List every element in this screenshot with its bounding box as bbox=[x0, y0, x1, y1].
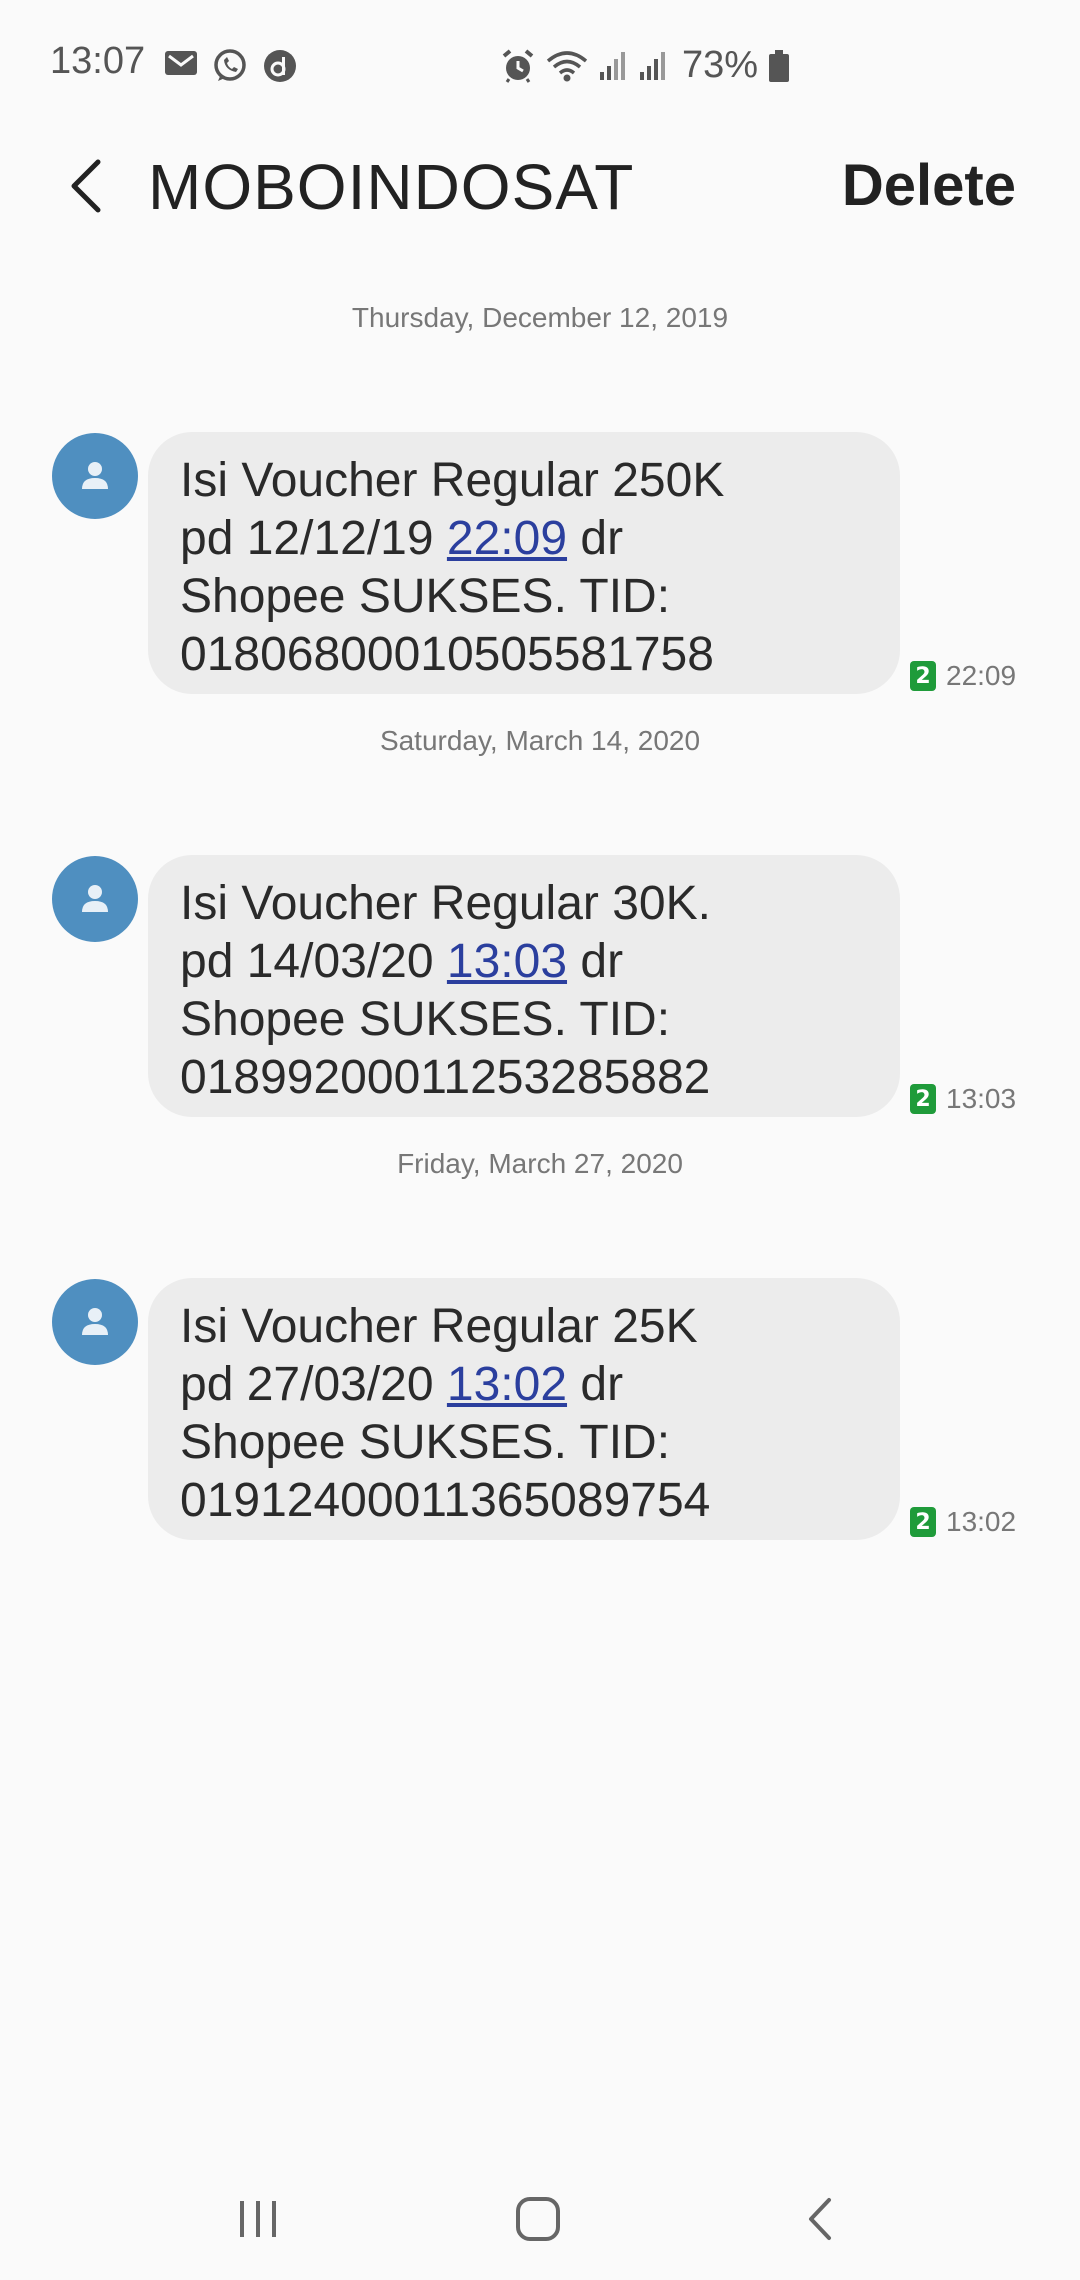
message-bubble[interactable]: Isi Voucher Regular 25K pd 27/03/20 13:0… bbox=[148, 1278, 900, 1540]
message-line: pd 27/03/20 13:02 dr bbox=[180, 1356, 880, 1414]
system-status: 73% bbox=[500, 44, 790, 87]
message-line: Isi Voucher Regular 25K bbox=[180, 1300, 698, 1353]
message-meta: 2 22:09 bbox=[910, 660, 1016, 692]
sim-badge: 2 bbox=[910, 1084, 936, 1114]
sim-badge: 2 bbox=[910, 1507, 936, 1537]
time-link[interactable]: 13:03 bbox=[447, 935, 567, 988]
date-divider: Friday, March 27, 2020 bbox=[397, 1148, 683, 1179]
notification-icons bbox=[164, 48, 298, 84]
message-bubble[interactable]: Isi Voucher Regular 30K. pd 14/03/20 13:… bbox=[148, 855, 900, 1117]
person-icon bbox=[82, 885, 108, 912]
recent-apps-button[interactable] bbox=[218, 2184, 298, 2254]
recent-apps-icon bbox=[240, 2201, 276, 2237]
back-button[interactable] bbox=[58, 156, 114, 216]
contact-title: MOBOINDOSAT bbox=[148, 151, 635, 223]
nav-back-button[interactable] bbox=[780, 2184, 860, 2254]
date-divider: Thursday, December 12, 2019 bbox=[351, 302, 729, 333]
home-button[interactable] bbox=[498, 2184, 578, 2254]
avatar[interactable] bbox=[52, 433, 138, 519]
delete-button[interactable]: Delete bbox=[842, 152, 1016, 219]
date-divider: Saturday, March 14, 2020 bbox=[379, 725, 701, 756]
message-line: Shopee SUKSES. TID: bbox=[180, 1416, 671, 1469]
home-icon bbox=[516, 2197, 560, 2241]
navigation-bar bbox=[0, 2160, 1080, 2280]
message-line: Isi Voucher Regular 250K bbox=[180, 454, 725, 507]
status-time: 13:07 bbox=[50, 40, 146, 82]
message-text: pd 12/12/19 bbox=[180, 512, 447, 565]
avatar[interactable] bbox=[52, 856, 138, 942]
signal-1-icon bbox=[598, 50, 628, 82]
message-time: 13:03 bbox=[946, 1083, 1017, 1114]
alarm-icon bbox=[500, 48, 536, 84]
message-line: pd 12/12/19 22:09 dr bbox=[180, 510, 880, 568]
message-meta: 2 13:02 bbox=[910, 1506, 1016, 1538]
message-line: 01806800010505581758 bbox=[180, 628, 714, 681]
message-text: dr bbox=[567, 935, 624, 988]
message-text: dr bbox=[567, 1358, 624, 1411]
conversation-header: MOBOINDOSAT Delete bbox=[0, 130, 1080, 250]
message-text: pd 27/03/20 bbox=[180, 1358, 447, 1411]
whatsapp-icon bbox=[212, 48, 248, 84]
message-line: 01912400011365089754 bbox=[180, 1474, 711, 1527]
d-app-icon bbox=[262, 48, 298, 84]
back-icon bbox=[809, 2198, 831, 2240]
avatar[interactable] bbox=[52, 1279, 138, 1365]
gmail-icon bbox=[164, 48, 198, 84]
message-bubble[interactable]: Isi Voucher Regular 250K pd 12/12/19 22:… bbox=[148, 432, 900, 694]
time-link[interactable]: 13:02 bbox=[447, 1358, 567, 1411]
time-link[interactable]: 22:09 bbox=[447, 512, 567, 565]
message-text: pd 14/03/20 bbox=[180, 935, 447, 988]
message-line: Shopee SUKSES. TID: bbox=[180, 993, 671, 1046]
back-arrow-icon bbox=[71, 159, 101, 213]
wifi-icon bbox=[546, 49, 588, 83]
signal-2-icon bbox=[638, 50, 668, 82]
message-line: Isi Voucher Regular 30K. bbox=[180, 877, 711, 930]
battery-icon bbox=[768, 49, 790, 83]
message-line: Shopee SUKSES. TID: bbox=[180, 570, 671, 623]
message-time: 13:02 bbox=[946, 1506, 1017, 1537]
person-icon bbox=[82, 462, 108, 489]
message-line: 01899200011253285882 bbox=[180, 1051, 711, 1104]
message-meta: 2 13:03 bbox=[910, 1083, 1016, 1115]
person-icon bbox=[82, 1308, 108, 1335]
message-time: 22:09 bbox=[946, 660, 1017, 691]
sim-badge: 2 bbox=[910, 661, 936, 691]
battery-percent: 73% bbox=[682, 44, 759, 86]
status-bar: 13:07 73% bbox=[0, 0, 1080, 130]
message-text: dr bbox=[567, 512, 624, 565]
message-line: pd 14/03/20 13:03 dr bbox=[180, 933, 880, 991]
